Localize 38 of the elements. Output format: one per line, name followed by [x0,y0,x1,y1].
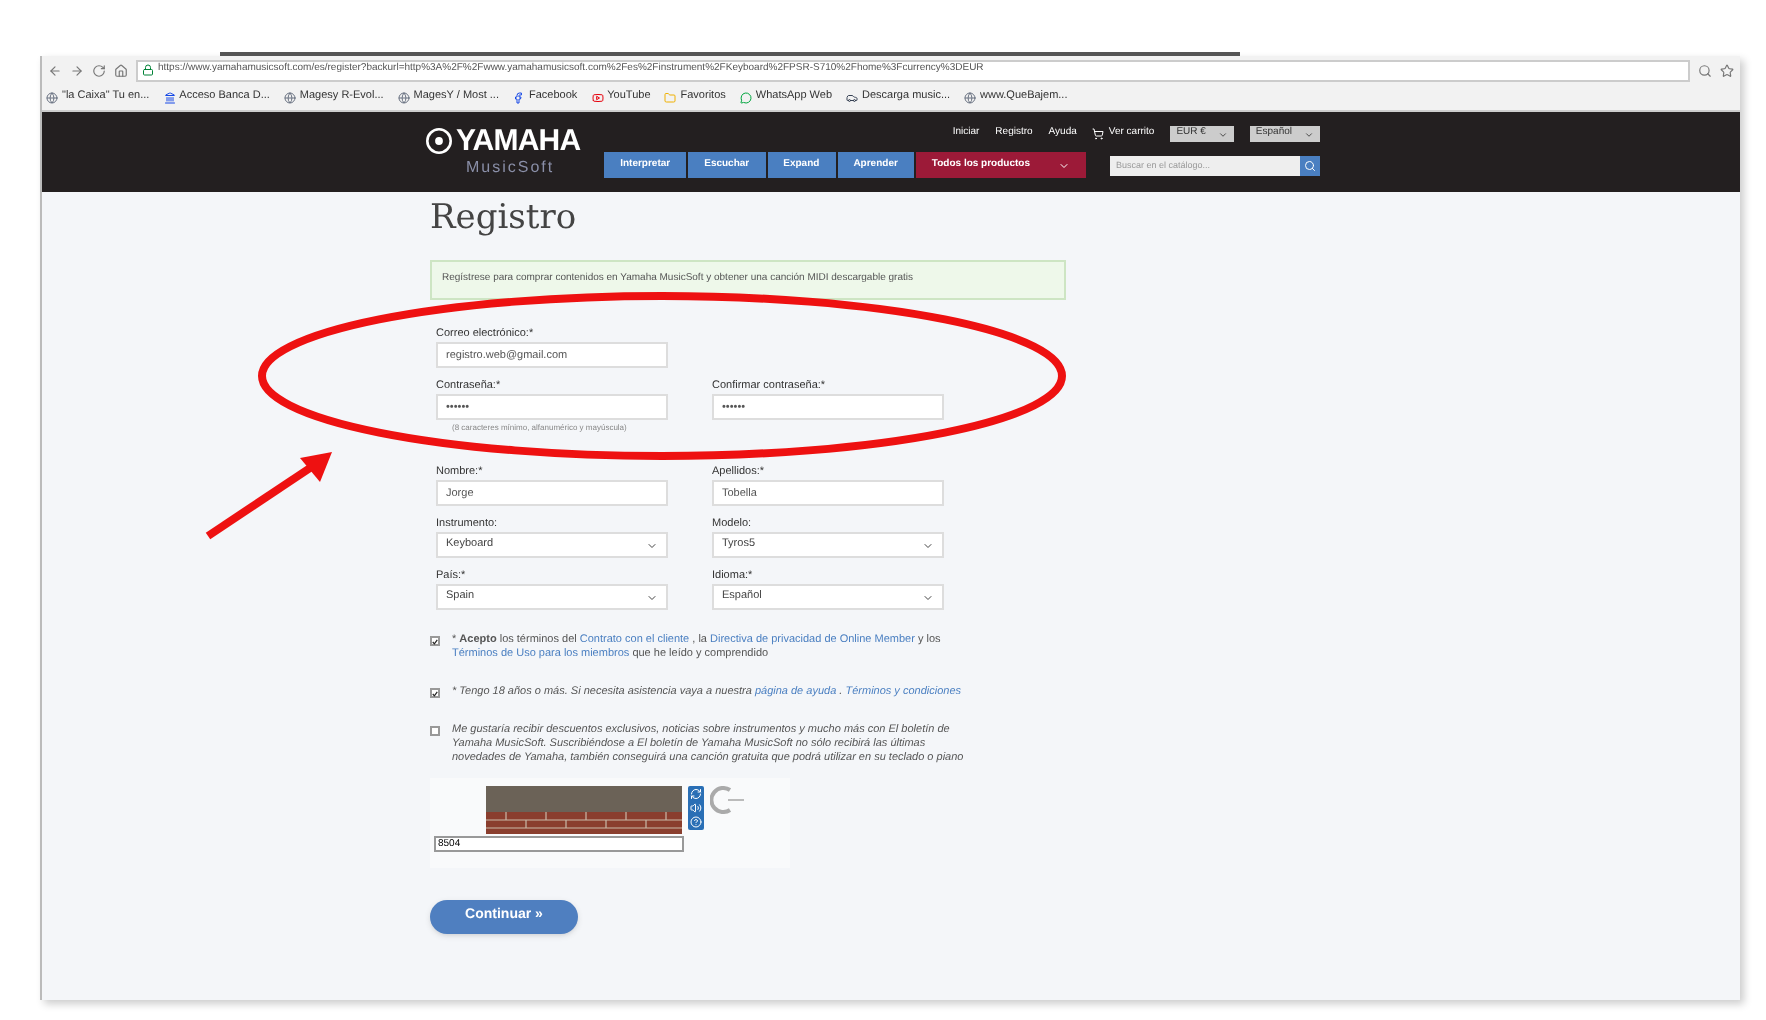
refresh-icon[interactable] [690,788,702,800]
home-icon[interactable] [114,63,128,77]
facebook-icon [512,91,525,103]
sub-brand-logo: MusicSoft [466,155,555,179]
captcha-logo-icon [710,786,746,814]
arrow-annotation [200,448,336,544]
caret-icon [1217,129,1228,139]
speaker-icon[interactable] [690,802,702,814]
globe-icon [397,91,410,103]
tuning-fork-logo-icon [426,127,452,153]
help-icon[interactable] [690,816,702,828]
caret-icon [922,539,934,551]
forward-icon[interactable] [70,63,84,77]
cart-icon [1092,128,1105,140]
globe-icon [46,91,58,103]
back-icon[interactable] [48,63,62,77]
checkbox[interactable] [430,726,440,736]
page-title: Registro [430,196,579,240]
caret-icon [646,539,658,551]
caret-icon [922,591,934,603]
caret-icon [646,591,658,603]
chat-bubble-icon [739,91,752,103]
brand-logo[interactable]: YAMAHA [456,125,581,155]
lock-icon [142,64,154,76]
checkbox[interactable] [430,636,440,646]
checkbox[interactable] [430,688,440,698]
search-button[interactable] [1300,155,1320,175]
star-icon[interactable] [1720,63,1734,77]
caret-icon [1058,159,1070,171]
reload-icon[interactable] [92,63,106,77]
car-icon [846,91,859,103]
folder-icon [664,91,677,103]
bank-icon [163,91,176,103]
youtube-icon [591,91,604,103]
caret-icon [1304,129,1314,139]
globe-icon [283,91,296,103]
search-icon[interactable] [1698,63,1712,77]
globe-icon [964,91,977,103]
